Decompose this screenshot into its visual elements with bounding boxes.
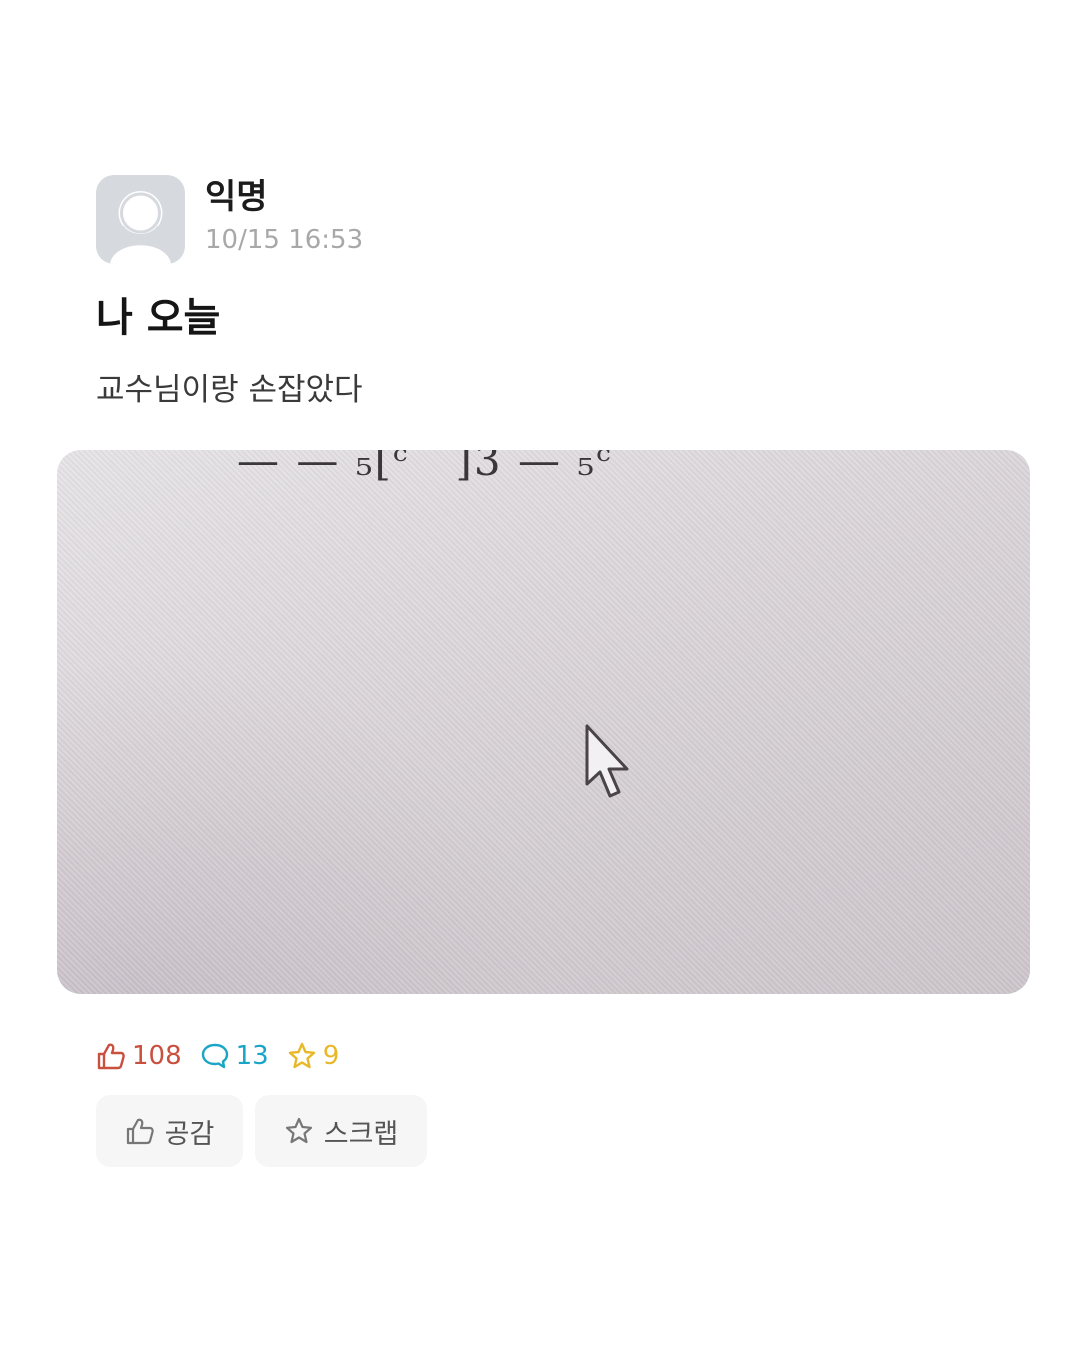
thumbs-up-icon: [126, 1118, 154, 1145]
post-container: 익명 10/15 16:53 나 오늘 교수님이랑 손잡았다 — — ₅[ᶜ ]…: [0, 0, 1080, 1350]
scrap-button[interactable]: 스크랩: [255, 1095, 427, 1167]
scrap-count-stat: 9: [287, 1041, 340, 1071]
post-image[interactable]: — — ₅[ᶜ ]3 — ₅ᶜ: [57, 450, 1030, 994]
mouse-pointer-icon: [585, 724, 629, 798]
formula-fragment: — — ₅[ᶜ ]3 — ₅ᶜ: [237, 450, 613, 485]
comment-count: 13: [235, 1041, 269, 1071]
post-title: 나 오늘: [96, 295, 221, 341]
thumbs-up-icon: [97, 1043, 125, 1070]
post-timestamp: 10/15 16:53: [205, 225, 364, 255]
post-stats: 108 13 9: [96, 1036, 357, 1076]
like-count: 108: [132, 1041, 182, 1071]
like-count-stat: 108: [96, 1041, 182, 1071]
author-meta: 익명 10/15 16:53: [205, 175, 363, 264]
star-icon: [285, 1117, 312, 1144]
speech-bubble-icon: [201, 1043, 228, 1069]
author-name: 익명: [205, 177, 268, 217]
scrap-button-label: 스크랩: [323, 1118, 399, 1150]
star-icon: [288, 1042, 315, 1069]
scrap-count: 9: [322, 1041, 340, 1071]
post-body: 교수님이랑 손잡았다: [96, 372, 363, 408]
comment-count-stat: 13: [200, 1041, 269, 1071]
screen-texture: [57, 450, 1030, 994]
post-actions: 공감 스크랩: [96, 1095, 439, 1167]
empathize-button[interactable]: 공감: [96, 1095, 243, 1167]
author-row: 익명 10/15 16:53: [96, 173, 363, 265]
default-user-avatar-icon: [96, 174, 185, 264]
empathize-button-label: 공감: [164, 1118, 215, 1150]
